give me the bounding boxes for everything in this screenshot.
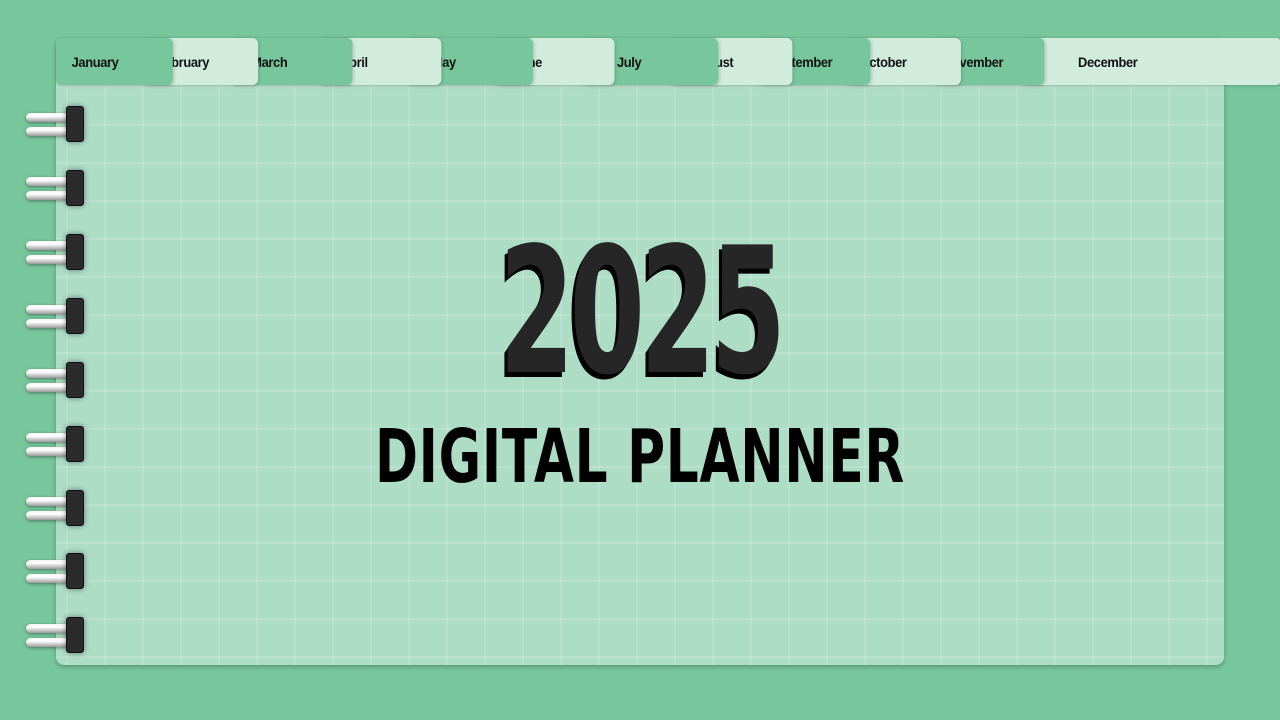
tab-label: December — [1078, 53, 1138, 70]
tab-january[interactable]: January — [56, 38, 173, 85]
month-tabs: January February March April May June Ju… — [56, 38, 1280, 85]
tab-label: July — [616, 53, 642, 70]
tab-label: January — [71, 53, 119, 70]
spiral-ring-icon — [24, 490, 84, 526]
spiral-ring-icon — [24, 234, 84, 270]
spiral-ring-icon — [24, 170, 84, 206]
spiral-ring-icon — [24, 426, 84, 462]
spiral-ring-icon — [24, 617, 84, 653]
spiral-ring-icon — [24, 362, 84, 398]
tab-december[interactable]: December — [1021, 38, 1280, 85]
spiral-ring-icon — [24, 298, 84, 334]
spiral-ring-icon — [24, 553, 84, 589]
cover-title: DIGITAL PLANNER — [374, 414, 906, 500]
spiral-ring-icon — [24, 106, 84, 142]
cover-year: 2025 — [498, 211, 786, 414]
